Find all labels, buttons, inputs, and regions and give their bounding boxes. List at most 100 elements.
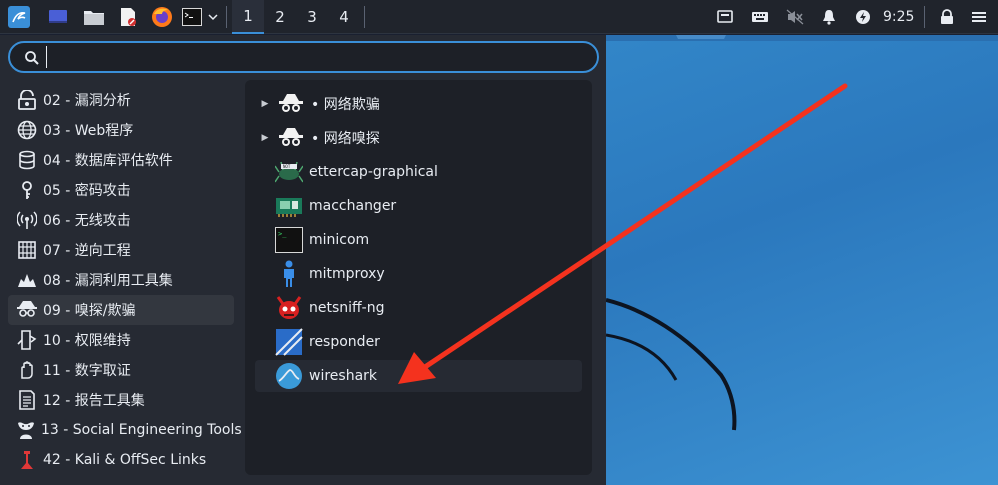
category-social-engineering[interactable]: 13 - Social Engineering Tools [8,415,242,445]
kali-menu-icon [8,6,30,28]
sniffer-icon [16,299,38,321]
category-label: 09 - 嗅探/欺骗 [43,303,136,319]
mitmproxy-icon [275,260,303,288]
category-web-applications[interactable]: 03 - Web程序 [8,115,234,145]
wireless-icon [16,209,38,231]
app-netsniff-ng[interactable]: netsniff-ng [255,292,582,324]
workspace-label: 3 [307,8,317,26]
category-wireless-attacks[interactable]: 06 - 无线攻击 [8,205,234,235]
ettercap-icon: NOT [275,158,303,186]
show-desktop-button[interactable] [44,0,72,34]
submenu-spoofing[interactable]: ▶ • 网络欺骗 [255,88,582,120]
database-icon [16,149,38,171]
category-label: 02 - 漏洞分析 [43,93,131,109]
kali-menu-button[interactable] [4,0,34,34]
menu-lines-icon[interactable] [968,6,990,28]
key-icon [16,179,38,201]
text-editor-icon [117,6,139,28]
category-kali-links[interactable]: 42 - Kali & OffSec Links [8,445,234,475]
display-icon[interactable] [714,6,736,28]
taskbar-separator [226,6,227,28]
globe-icon [16,119,38,141]
category-label: 04 - 数据库评估软件 [43,153,173,169]
keyboard-icon[interactable] [749,6,771,28]
category-reverse-engineering[interactable]: 07 - 逆向工程 [8,235,234,265]
terminal-button[interactable] [180,0,204,34]
app-label: • 网络嗅探 [311,131,380,147]
category-label: 08 - 漏洞利用工具集 [43,273,173,289]
application-list: ▶ • 网络欺骗 ▶ • 网络嗅探 NOT ettercap-graphical… [245,80,592,475]
firefox-icon [151,6,173,28]
search-input[interactable] [46,46,586,68]
clock[interactable]: 9:25 [883,0,914,34]
category-forensics[interactable]: 11 - 数字取证 [8,355,234,385]
text-editor-button[interactable] [114,0,142,34]
app-macchanger[interactable]: macchanger [255,190,582,222]
lock-icon[interactable] [936,6,958,28]
reverse-icon [16,239,38,261]
category-label: 12 - 报告工具集 [43,393,145,409]
category-label: 42 - Kali & OffSec Links [43,452,207,468]
report-icon [16,389,38,411]
app-label: responder [309,334,380,350]
category-vulnerability-analysis[interactable]: 02 - 漏洞分析 [8,85,234,115]
file-manager-icon [83,6,105,28]
workspace-1[interactable]: 1 [232,0,264,34]
category-database-assessment[interactable]: 04 - 数据库评估软件 [8,145,234,175]
spy-icon [277,124,305,152]
category-exploitation-tools[interactable]: 08 - 漏洞利用工具集 [8,265,234,295]
app-minicom[interactable]: >_ minicom [255,224,582,256]
category-maintaining-access[interactable]: 10 - 权限维持 [8,325,234,355]
category-label: 03 - Web程序 [43,123,134,139]
app-responder[interactable]: responder [255,326,582,358]
app-label: ettercap-graphical [309,164,438,180]
exploit-icon [16,269,38,291]
power-icon[interactable] [852,6,874,28]
app-label: wireshark [309,368,378,384]
workspace-3[interactable]: 3 [296,0,328,34]
mute-icon[interactable] [784,6,806,28]
app-label: • 网络欺骗 [311,97,380,113]
application-menu: 02 - 漏洞分析 03 - Web程序 04 - 数据库评估软件 05 - 密… [0,35,606,485]
search-box[interactable] [8,41,599,73]
workspace-label: 1 [243,7,253,25]
desktop-icon [47,6,69,28]
svg-text:>_: >_ [278,230,287,238]
app-label: macchanger [309,198,397,214]
workspace-4[interactable]: 4 [328,0,360,34]
workspace-2[interactable]: 2 [264,0,296,34]
search-icon [25,51,39,65]
category-sniffing-spoofing[interactable]: 09 - 嗅探/欺骗 [8,295,234,325]
app-wireshark[interactable]: wireshark [255,360,582,392]
social-engineering-icon [16,419,36,441]
macchanger-icon [275,192,303,220]
spy-icon [277,90,305,118]
submenu-sniffing[interactable]: ▶ • 网络嗅探 [255,122,582,154]
responder-icon [275,328,303,356]
terminal-dropdown[interactable] [204,0,222,34]
app-label: mitmproxy [309,266,385,282]
category-reporting-tools[interactable]: 12 - 报告工具集 [8,385,234,415]
app-label: netsniff-ng [309,300,385,316]
category-label: 05 - 密码攻击 [43,183,131,199]
terminal-icon [181,6,203,28]
wallpaper-dragon-icon [606,35,737,431]
netsniff-icon [275,294,303,322]
svg-text:NOT: NOT [283,164,291,169]
category-label: 06 - 无线攻击 [43,213,131,229]
bell-icon[interactable] [818,6,840,28]
chevron-down-icon [208,14,218,21]
taskbar-separator [364,6,365,28]
app-mitmproxy[interactable]: mitmproxy [255,258,582,290]
category-password-attacks[interactable]: 05 - 密码攻击 [8,175,234,205]
workspace-label: 2 [275,8,285,26]
category-label: 11 - 数字取证 [43,363,131,379]
firefox-button[interactable] [148,0,176,34]
taskbar-separator [924,6,925,28]
file-manager-button[interactable] [80,0,108,34]
kali-links-icon [16,449,38,471]
terminal-icon: >_ [275,226,303,254]
vulnerability-icon [16,89,38,111]
wireshark-icon [275,362,303,390]
app-ettercap-graphical[interactable]: NOT ettercap-graphical [255,156,582,188]
